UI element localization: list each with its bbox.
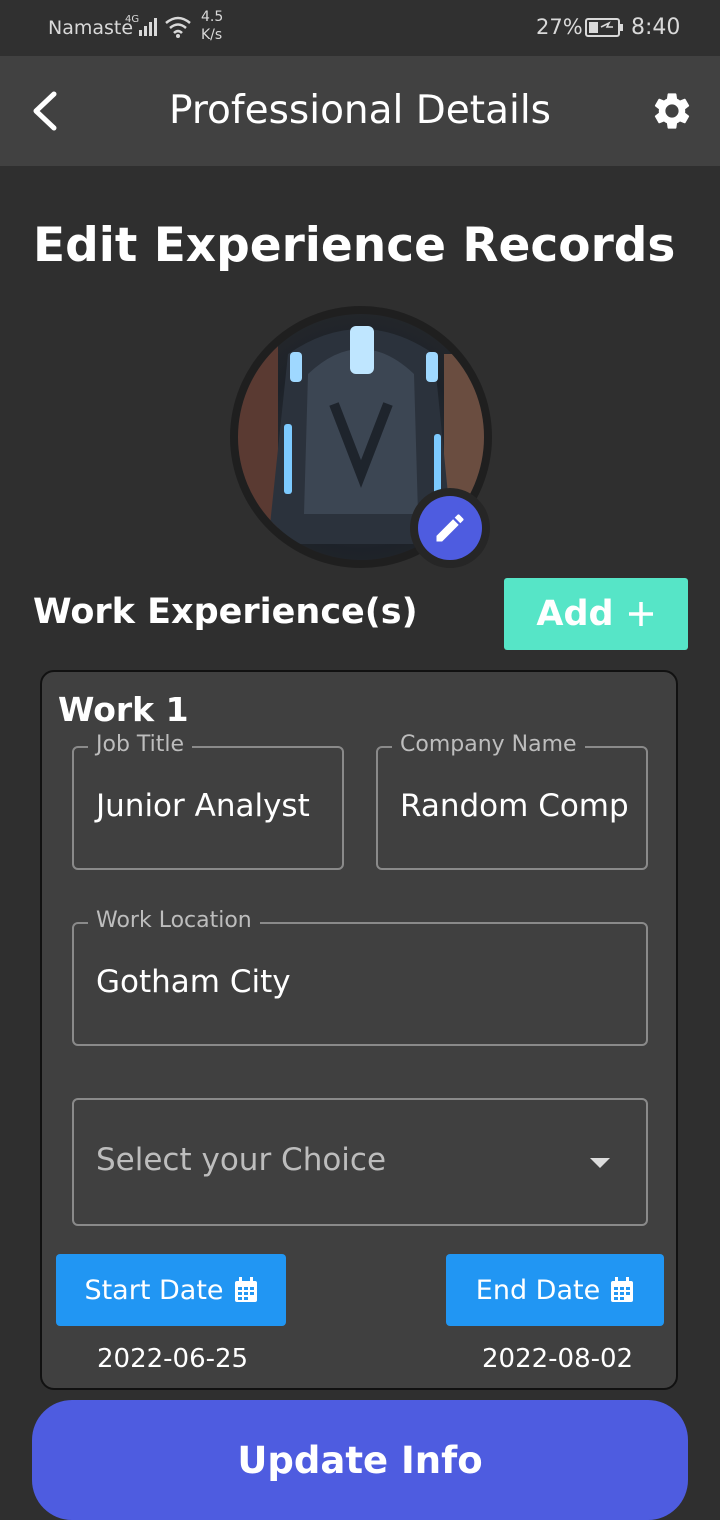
end-date-value: 2022-08-02	[482, 1344, 634, 1374]
start-date-button[interactable]: Start Date	[56, 1254, 286, 1326]
carrier-name: Namaste	[48, 17, 134, 39]
app-bar: Professional Details	[0, 56, 720, 166]
add-button-label: Add	[536, 594, 614, 634]
network-speed-unit: K/s	[201, 27, 223, 43]
gear-icon[interactable]	[650, 89, 694, 133]
dropdown-arrow-icon	[590, 1158, 610, 1168]
work-location-value: Gotham City	[96, 964, 291, 1000]
job-title-value: Junior Analyst	[96, 788, 310, 824]
choice-select-placeholder: Select your Choice	[96, 1142, 387, 1178]
network-speed-value: 4.5	[201, 9, 224, 25]
edit-avatar-circle	[418, 496, 482, 560]
add-button[interactable]: Add	[504, 578, 688, 650]
work-location-label: Work Location	[88, 908, 260, 933]
end-date-label: End Date	[475, 1274, 601, 1306]
work-card: Work 1 Job Title Junior Analyst Company …	[40, 670, 678, 1390]
company-name-field[interactable]: Company Name Random Comp	[376, 732, 648, 870]
work-card-title: Work 1	[58, 690, 189, 729]
section-heading: Edit Experience Records	[33, 218, 676, 273]
end-date-button[interactable]: End Date	[446, 1254, 664, 1326]
network-type: 4G	[125, 14, 140, 25]
calendar-icon	[234, 1277, 257, 1302]
pencil-icon	[436, 514, 464, 542]
start-date-value: 2022-06-25	[97, 1344, 249, 1374]
signal-icon	[139, 18, 157, 36]
start-date-label: Start Date	[84, 1274, 224, 1306]
status-bar: Namaste 4G 4.5 K/s 27% 8:40	[0, 0, 720, 56]
edit-avatar-button[interactable]	[410, 488, 490, 568]
work-experience-label: Work Experience(s)	[33, 592, 418, 632]
battery-icon	[585, 18, 623, 37]
update-info-button[interactable]: Update Info	[32, 1400, 688, 1520]
page-title: Professional Details	[169, 88, 551, 133]
work-location-field[interactable]: Work Location Gotham City	[72, 908, 648, 1046]
job-title-label: Job Title	[88, 732, 193, 757]
company-name-value: Random Comp	[400, 788, 629, 824]
calendar-icon	[611, 1277, 634, 1302]
plus-icon	[628, 602, 653, 626]
clock: 8:40	[631, 15, 681, 40]
wifi-icon	[165, 16, 191, 38]
choice-select[interactable]: Select your Choice	[72, 1098, 648, 1226]
job-title-field[interactable]: Job Title Junior Analyst	[72, 732, 344, 870]
battery-percent: 27%	[536, 15, 583, 39]
update-info-label: Update Info	[237, 1438, 483, 1482]
